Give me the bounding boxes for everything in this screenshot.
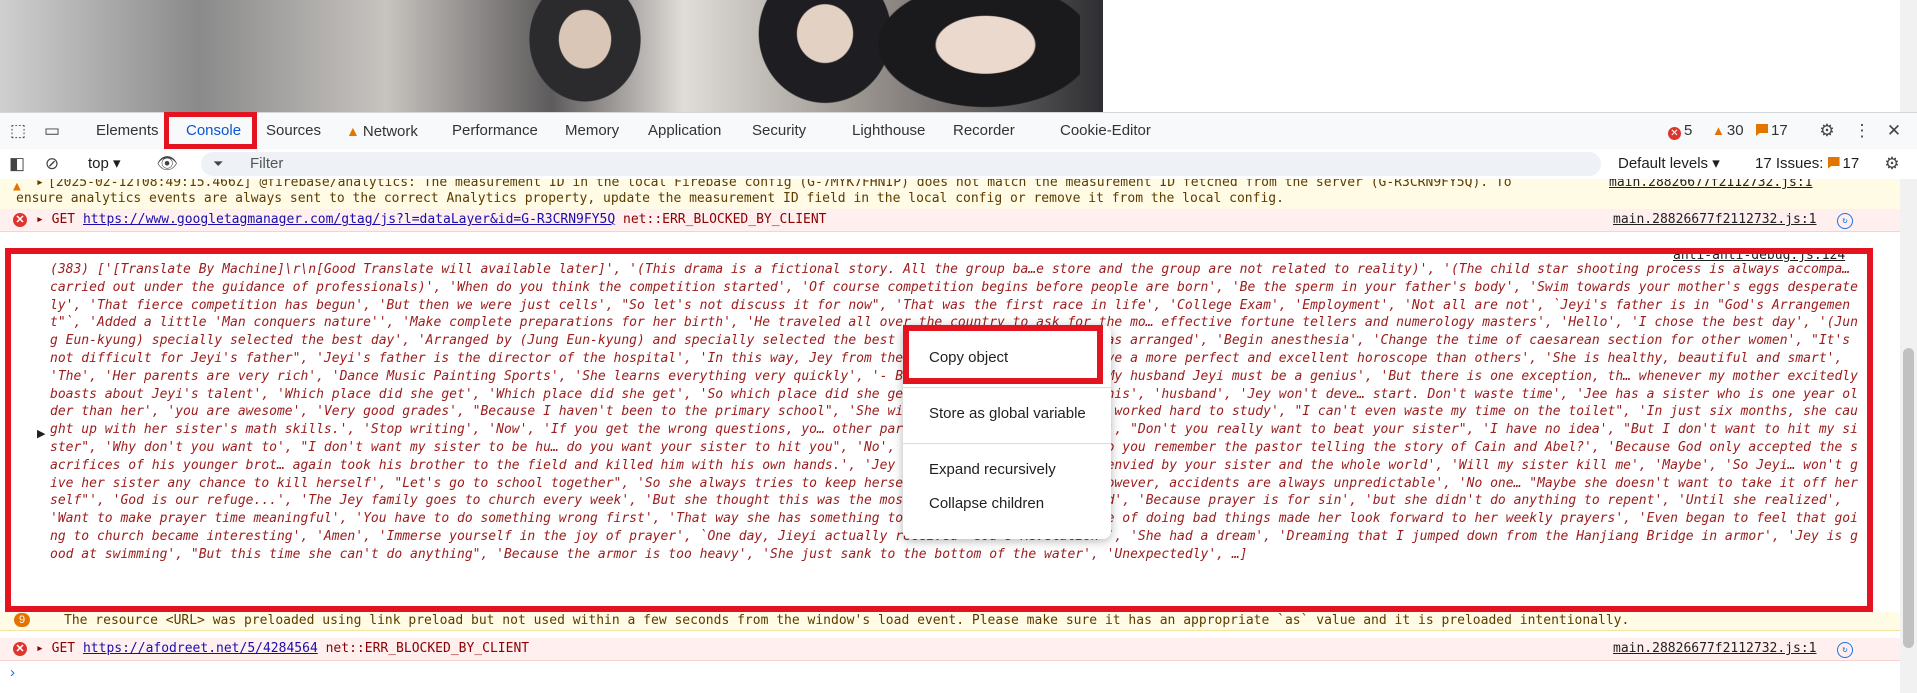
warning-icon: ▲ [346,123,360,139]
chevron-down-icon: ▾ [1712,155,1720,172]
network-request-icon[interactable]: ↻ [1837,642,1853,658]
request-line: ▸ GET https://afodreet.net/5/4284564 net… [36,641,530,656]
request-line: ▸ GET https://www.googletagmanager.com/g… [36,212,827,227]
request-url-link[interactable]: https://afodreet.net/5/4284564 [83,641,318,656]
clear-console-icon[interactable]: ⊘ [40,152,64,176]
close-icon[interactable]: ✕ [1882,119,1906,143]
menu-item-expand-recursively[interactable]: Expand recursively [929,461,1056,478]
tab-lighthouse[interactable]: Lighthouse [852,113,925,149]
eye-icon[interactable]: 👁 [155,152,179,176]
tab-cookie-editor[interactable]: Cookie-Editor [1060,113,1151,149]
tab-memory[interactable]: Memory [565,113,619,149]
message-text: The resource <URL> was preloaded using l… [64,613,1630,628]
issues-icon [1756,124,1768,136]
filter-placeholder: Filter [250,155,284,172]
devtools-tab-bar: ⬚ ▭ Elements Console Sources ▲ Network Pe… [0,112,1917,150]
console-message-warning[interactable]: 9 The resource <URL> was preloaded using… [0,612,1900,631]
source-link[interactable]: main.28826677f2112732.js:1 [1613,641,1817,656]
tab-elements[interactable]: Elements [96,113,159,149]
source-link[interactable]: main.28826677f2112732.js:1 [1609,179,1813,190]
context-selector[interactable]: top ▾ [88,152,121,176]
request-url-link[interactable]: https://www.googletagmanager.com/gtag/js… [83,212,615,227]
console-message-error[interactable]: ✕ ▸ GET https://afodreet.net/5/4284564 n… [0,638,1900,661]
error-icon: ✕ [13,213,27,227]
page-preview [0,0,1917,112]
tab-application[interactable]: Application [648,113,721,149]
error-icon: ✕ [13,642,27,656]
sidebar-toggle-icon[interactable]: ◧ [5,152,29,176]
menu-separator [903,443,1111,444]
expand-arrow-icon[interactable]: ▸ [36,179,44,190]
issues-link[interactable]: 17 Issues: 17 [1755,152,1859,176]
expand-arrow-icon[interactable]: ▸ [36,212,44,227]
highlight-copy-object [903,325,1103,384]
tab-performance[interactable]: Performance [452,113,538,149]
issues-count[interactable]: 17 [1756,122,1788,140]
menu-item-store-as-global-variable[interactable]: Store as global variable [929,405,1086,422]
console-message-error[interactable]: ✕ ▸ GET https://www.googletagmanager.com… [0,209,1900,232]
tab-recorder[interactable]: Recorder [953,113,1015,149]
more-options-icon[interactable]: ⋮ [1850,119,1874,143]
filter-icon: ⏷ [213,156,224,171]
repeat-count-badge: 9 [14,613,31,627]
console-prompt-icon[interactable]: › [10,664,15,681]
console-scrollbar-thumb[interactable] [1903,348,1914,648]
error-icon: ✕ [1668,127,1681,140]
actor-figure [520,0,650,112]
source-link[interactable]: main.28826677f2112732.js:1 [1613,212,1817,227]
actor-figure [870,0,1080,112]
message-text: [2025-02-12T08:49:15.466Z] @firebase/ana… [48,179,1512,190]
console-message-warning[interactable]: ▲ ▸ [2025-02-12T08:49:15.466Z] @firebase… [0,179,1900,210]
tab-network[interactable]: ▲ Network [346,113,418,149]
filter-input[interactable] [201,152,1601,176]
chevron-down-icon: ▾ [113,155,121,172]
error-count[interactable]: ✕ 5 [1668,122,1692,140]
network-request-icon[interactable]: ↻ [1837,213,1853,229]
page-scrollbar[interactable] [1900,0,1917,112]
menu-separator [903,387,1111,388]
console-settings-gear-icon[interactable]: ⚙ [1880,152,1904,176]
expand-arrow-icon[interactable]: ▸ [36,641,44,656]
inspect-element-icon[interactable]: ⬚ [6,119,30,143]
issues-icon [1827,157,1840,169]
tab-sources[interactable]: Sources [266,113,321,149]
warning-icon: ▲ [1712,123,1725,138]
highlight-console-tab [164,112,257,149]
device-toolbar-icon[interactable]: ▭ [40,119,64,143]
console-toolbar: ◧ ⊘ top ▾ 👁 ⏷ Filter Default levels ▾ 17… [0,149,1917,180]
menu-item-collapse-children[interactable]: Collapse children [929,495,1044,512]
tab-security[interactable]: Security [752,113,806,149]
log-levels-dropdown[interactable]: Default levels ▾ [1618,152,1720,176]
message-text: ensure analytics events are always sent … [16,191,1284,206]
gear-icon[interactable]: ⚙ [1815,119,1839,143]
warning-count[interactable]: ▲ 30 [1712,122,1744,140]
